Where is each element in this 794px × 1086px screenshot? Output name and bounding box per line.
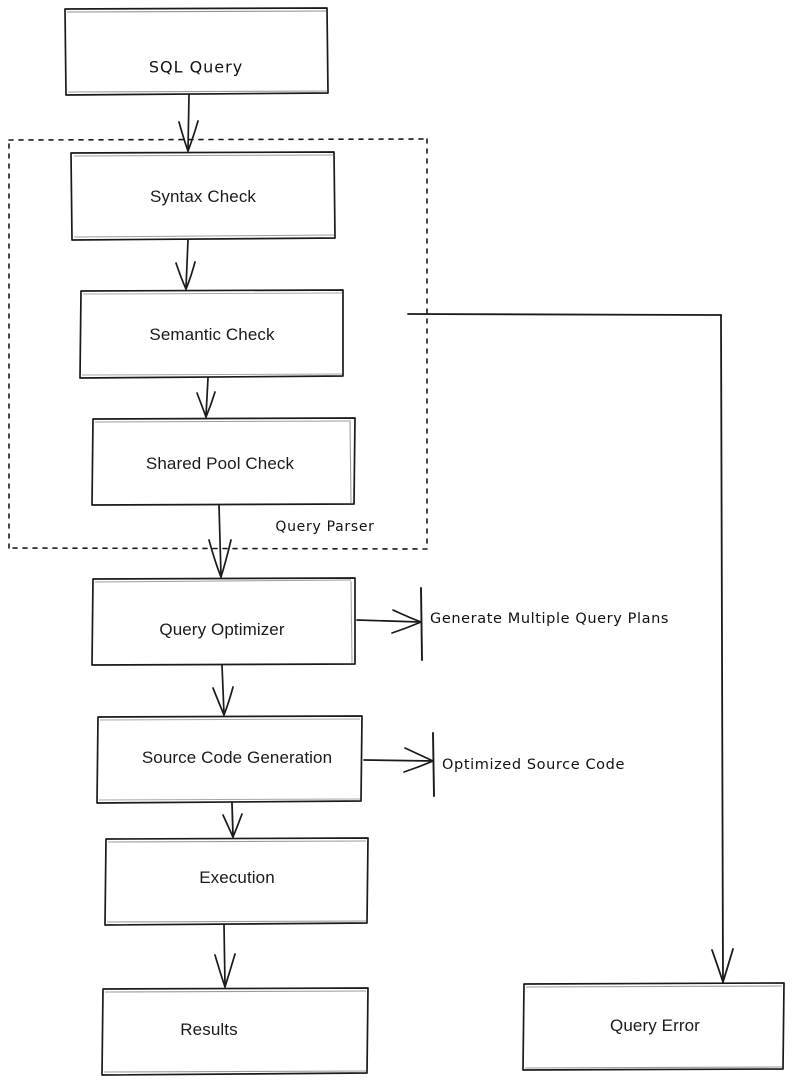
edge-query-optimizer-to-source-code-generation — [212, 664, 234, 716]
diagram-canvas: SQL Query Syntax Check Semantic Check Sh… — [0, 0, 794, 1086]
edge-shared-pool-to-query-optimizer — [208, 504, 232, 578]
group-label-query-parser: Query Parser — [275, 519, 375, 535]
edge-semantic-check-to-shared-pool — [196, 377, 216, 418]
node-box-sql-query[interactable] — [64, 7, 329, 96]
annotation-generate-multiple-query-plans: Generate Multiple Query Plans — [430, 611, 670, 627]
diagram-vector-layer — [8, 7, 785, 1076]
edge-sql-query-to-syntax-check — [178, 94, 199, 152]
node-label-results: Results — [180, 1020, 238, 1039]
edge-syntax-check-to-semantic-check — [175, 239, 196, 290]
edge-query-optimizer-to-generate-plans — [356, 587, 423, 661]
node-label-execution: Execution — [199, 868, 275, 887]
node-label-query-optimizer: Query Optimizer — [159, 620, 285, 639]
node-label-query-error: Query Error — [610, 1016, 700, 1035]
edge-semantic-check-to-query-error — [407, 313, 734, 983]
node-label-semantic-check: Semantic Check — [149, 325, 275, 344]
edge-source-code-generation-to-optimized-code — [363, 732, 435, 797]
edge-source-code-generation-to-execution — [222, 802, 243, 838]
node-label-source-code-generation: Source Code Generation — [141, 748, 333, 767]
node-label-shared-pool-check: Shared Pool Check — [145, 454, 295, 473]
annotation-optimized-source-code: Optimized Source Code — [442, 757, 625, 773]
node-label-sql-query: SQL Query — [148, 57, 244, 77]
edge-execution-to-results — [214, 924, 236, 988]
node-label-syntax-check: Syntax Check — [149, 187, 257, 206]
